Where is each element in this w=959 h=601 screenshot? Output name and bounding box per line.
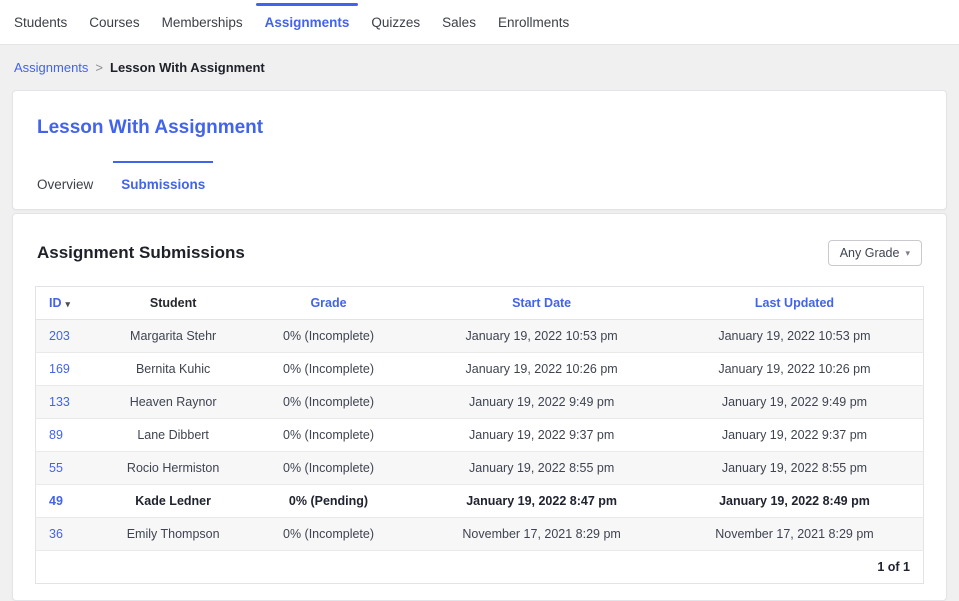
- start-date: January 19, 2022 10:26 pm: [417, 353, 666, 386]
- last-updated-date: January 19, 2022 9:37 pm: [666, 419, 924, 452]
- submission-id-link[interactable]: 36: [36, 518, 107, 551]
- breadcrumb-current: Lesson With Assignment: [110, 60, 265, 75]
- nav-item-quizzes[interactable]: Quizzes: [371, 0, 420, 44]
- top-nav: Students Courses Memberships Assignments Qui…: [0, 0, 959, 45]
- column-header-student: Student: [107, 287, 240, 320]
- nav-item-label: Memberships: [162, 15, 243, 30]
- student-name: Heaven Raynor: [107, 386, 240, 419]
- tab-overview[interactable]: Overview: [37, 161, 93, 209]
- last-updated-date: January 19, 2022 10:53 pm: [666, 320, 924, 353]
- table-row: 203Margarita Stehr0% (Incomplete)January…: [36, 320, 924, 353]
- tab-submissions[interactable]: Submissions: [121, 161, 205, 209]
- nav-item-label: Enrollments: [498, 15, 569, 30]
- active-tab-indicator: [113, 161, 213, 163]
- nav-item-label: Courses: [89, 15, 139, 30]
- active-nav-indicator: [256, 3, 359, 6]
- table-row: 169Bernita Kuhic0% (Incomplete)January 1…: [36, 353, 924, 386]
- nav-item-label: Assignments: [265, 15, 350, 30]
- grade-value: 0% (Incomplete): [240, 452, 418, 485]
- chevron-down-icon: ▾: [905, 248, 910, 259]
- start-date: January 19, 2022 9:37 pm: [417, 419, 666, 452]
- table-header-row: ID ▾ Student Grade Start Date Last Update…: [36, 287, 924, 320]
- last-updated-date: January 19, 2022 8:55 pm: [666, 452, 924, 485]
- submission-id-link[interactable]: 55: [36, 452, 107, 485]
- nav-item-students[interactable]: Students: [14, 0, 67, 44]
- column-header-id-label: ID: [49, 296, 62, 310]
- grade-value: 0% (Incomplete): [240, 320, 418, 353]
- student-name: Kade Ledner: [107, 485, 240, 518]
- last-updated-date: January 19, 2022 8:49 pm: [666, 485, 924, 518]
- table-row: 133Heaven Raynor0% (Incomplete)January 1…: [36, 386, 924, 419]
- sort-chevron-icon: ▾: [66, 299, 71, 309]
- start-date: January 19, 2022 10:53 pm: [417, 320, 666, 353]
- grade-filter-label: Any Grade: [840, 246, 900, 260]
- column-header-start-date[interactable]: Start Date: [417, 287, 666, 320]
- nav-item-assignments[interactable]: Assignments: [265, 0, 350, 44]
- start-date: November 17, 2021 8:29 pm: [417, 518, 666, 551]
- column-header-id[interactable]: ID ▾: [36, 287, 107, 320]
- column-header-last-updated[interactable]: Last Updated: [666, 287, 924, 320]
- table-row: 49Kade Ledner0% (Pending)January 19, 202…: [36, 485, 924, 518]
- page-title: Lesson With Assignment: [37, 117, 922, 139]
- grade-value: 0% (Pending): [240, 485, 418, 518]
- submission-id-link[interactable]: 169: [36, 353, 107, 386]
- grade-value: 0% (Incomplete): [240, 386, 418, 419]
- submission-id-link[interactable]: 49: [36, 485, 107, 518]
- nav-item-label: Students: [14, 15, 67, 30]
- nav-item-enrollments[interactable]: Enrollments: [498, 0, 569, 44]
- tab-label: Submissions: [121, 177, 205, 192]
- grade-value: 0% (Incomplete): [240, 419, 418, 452]
- grade-filter-dropdown[interactable]: Any Grade ▾: [828, 240, 922, 266]
- section-title: Assignment Submissions: [37, 243, 245, 263]
- breadcrumb-link-assignments[interactable]: Assignments: [14, 60, 88, 75]
- student-name: Rocio Hermiston: [107, 452, 240, 485]
- nav-item-memberships[interactable]: Memberships: [162, 0, 243, 44]
- submission-id-link[interactable]: 203: [36, 320, 107, 353]
- start-date: January 19, 2022 9:49 pm: [417, 386, 666, 419]
- last-updated-date: November 17, 2021 8:29 pm: [666, 518, 924, 551]
- last-updated-date: January 19, 2022 9:49 pm: [666, 386, 924, 419]
- submission-id-link[interactable]: 89: [36, 419, 107, 452]
- nav-item-label: Quizzes: [371, 15, 420, 30]
- table-row: 89Lane Dibbert0% (Incomplete)January 19,…: [36, 419, 924, 452]
- start-date: January 19, 2022 8:47 pm: [417, 485, 666, 518]
- submissions-table: ID ▾ Student Grade Start Date Last Update…: [35, 286, 924, 584]
- grade-value: 0% (Incomplete): [240, 353, 418, 386]
- breadcrumb: Assignments > Lesson With Assignment: [0, 45, 959, 90]
- table-row: 55Rocio Hermiston0% (Incomplete)January …: [36, 452, 924, 485]
- table-footer-row: 1 of 1: [36, 551, 924, 584]
- table-row: 36Emily Thompson0% (Incomplete)November …: [36, 518, 924, 551]
- student-name: Bernita Kuhic: [107, 353, 240, 386]
- breadcrumb-separator: >: [95, 60, 103, 75]
- pagination-label: 1 of 1: [36, 551, 924, 584]
- last-updated-date: January 19, 2022 10:26 pm: [666, 353, 924, 386]
- lesson-header-card: Lesson With Assignment Overview Submissio…: [12, 90, 947, 210]
- student-name: Lane Dibbert: [107, 419, 240, 452]
- student-name: Margarita Stehr: [107, 320, 240, 353]
- student-name: Emily Thompson: [107, 518, 240, 551]
- nav-item-courses[interactable]: Courses: [89, 0, 139, 44]
- submission-id-link[interactable]: 133: [36, 386, 107, 419]
- start-date: January 19, 2022 8:55 pm: [417, 452, 666, 485]
- lesson-tabs: Overview Submissions: [37, 161, 922, 209]
- submissions-card: Assignment Submissions Any Grade ▾ ID ▾ S…: [12, 213, 947, 601]
- column-header-grade[interactable]: Grade: [240, 287, 418, 320]
- nav-item-label: Sales: [442, 15, 476, 30]
- grade-value: 0% (Incomplete): [240, 518, 418, 551]
- nav-item-sales[interactable]: Sales: [442, 0, 476, 44]
- tab-label: Overview: [37, 177, 93, 192]
